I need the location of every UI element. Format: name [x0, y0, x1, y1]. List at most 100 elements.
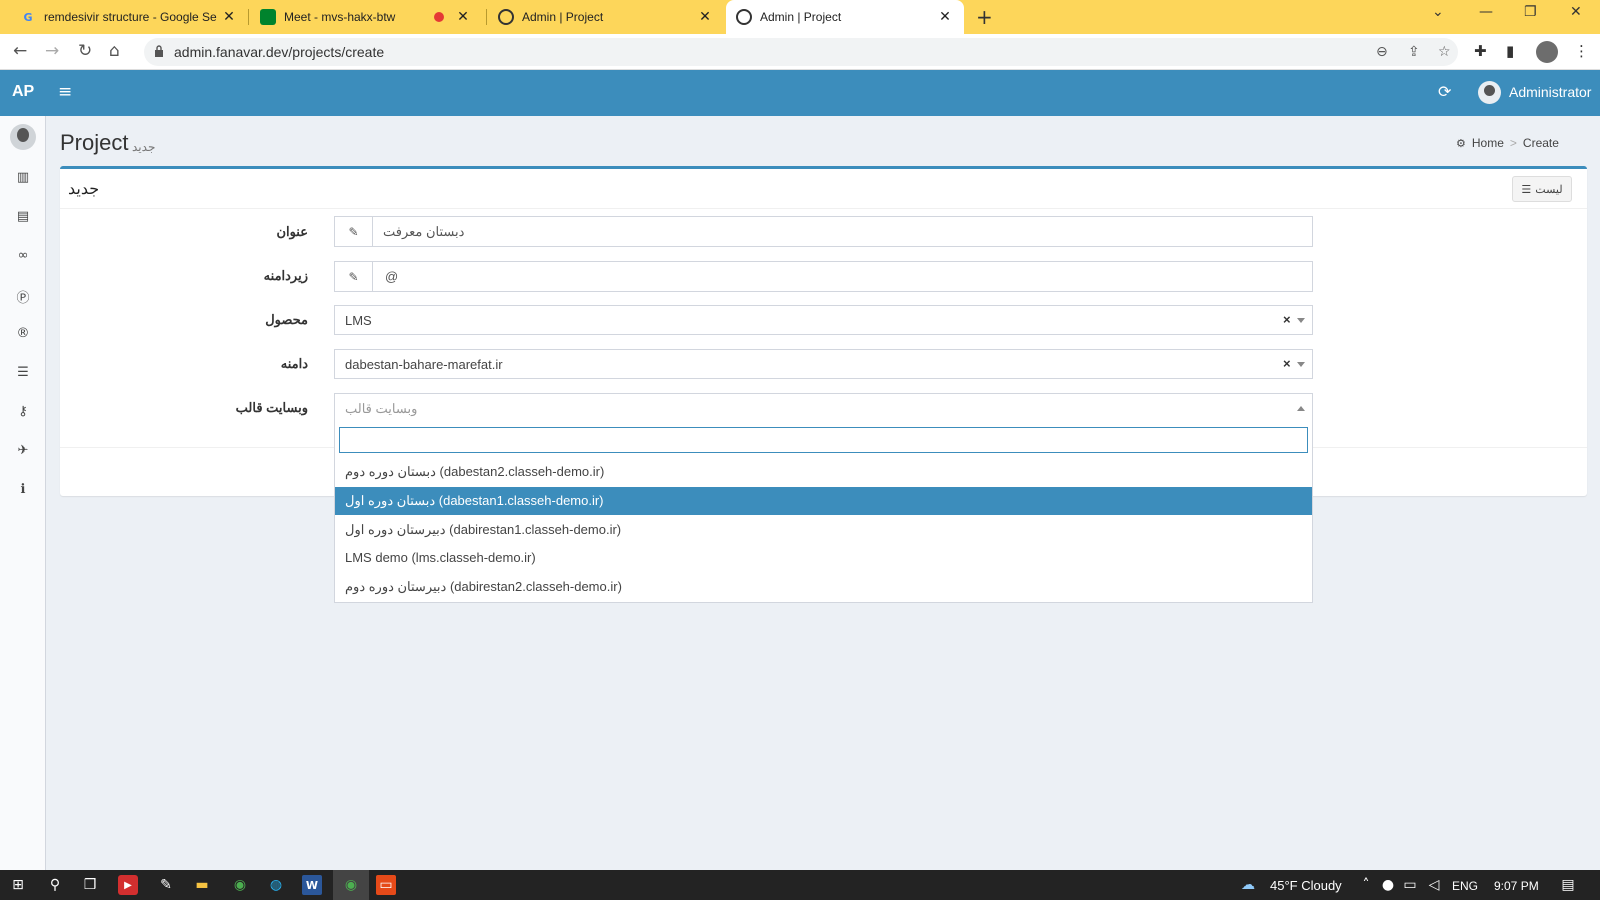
url-text: admin.fanavar.dev/projects/create	[174, 44, 385, 60]
plane-icon[interactable]: ✈	[13, 443, 33, 458]
page-subtitle: جدید	[132, 140, 156, 154]
subdomain-input[interactable]: ✎ @	[334, 261, 1313, 292]
registered-icon[interactable]: ®	[13, 326, 33, 341]
dropdown-option[interactable]: دبیرستان دوره اول (dabirestan1.classeh-d…	[335, 516, 1312, 544]
list-button[interactable]: ☰ لیست	[1512, 176, 1572, 202]
close-tab-icon[interactable]: ✕	[454, 9, 472, 25]
dropdown-option[interactable]: دبیرستان دوره دوم (dabirestan2.classeh-d…	[335, 573, 1312, 601]
dropdown-arrow-icon	[1297, 318, 1305, 323]
domain-label: دامنه	[280, 356, 308, 371]
word-icon[interactable]: W	[302, 875, 322, 895]
weather-text[interactable]: 45°F Cloudy	[1270, 878, 1342, 893]
chevron-up-icon[interactable]: ˄	[1356, 875, 1376, 895]
clear-icon[interactable]: ×	[1283, 312, 1291, 327]
product-hunt-icon[interactable]: Ⓟ	[13, 287, 33, 306]
breadcrumb: ⚙ Home > Create	[1456, 136, 1559, 150]
meet-icon	[260, 9, 276, 25]
media-app-icon[interactable]: ▶	[118, 875, 138, 895]
new-tab-button[interactable]: +	[976, 5, 993, 29]
bookmark-star-icon[interactable]: ☆	[1438, 44, 1451, 60]
dashboard-icon: ⚙	[1456, 136, 1466, 150]
reload-icon[interactable]: ↻	[78, 41, 92, 61]
close-tab-icon[interactable]: ✕	[696, 9, 714, 25]
box-divider	[60, 208, 1587, 209]
recorder-icon[interactable]: ▭	[376, 875, 396, 895]
globe-icon	[498, 9, 514, 25]
search-icon[interactable]: ⚲	[45, 875, 65, 895]
restore-icon[interactable]: ❐	[1524, 4, 1537, 20]
task-view-icon[interactable]: ❒	[80, 875, 100, 895]
chrome-active-icon[interactable]: ◉	[341, 875, 361, 895]
user-name[interactable]: Administrator	[1509, 84, 1591, 100]
share-icon[interactable]: ⇪	[1408, 44, 1420, 60]
back-icon[interactable]: ←	[13, 41, 27, 61]
browser-tab-admin-1[interactable]: Admin | Project ✕	[488, 0, 724, 34]
tab-title: Meet - mvs-hakx-btw	[284, 10, 396, 24]
title-label: عنوان	[276, 224, 308, 239]
domain-select[interactable]: dabestan-bahare-marefat.ir ×	[334, 349, 1313, 379]
tab-search-icon[interactable]: ⌄	[1432, 4, 1444, 20]
user-avatar[interactable]	[1478, 81, 1501, 104]
product-select-value: LMS	[345, 313, 372, 328]
close-window-icon[interactable]: ✕	[1570, 4, 1582, 20]
clear-icon[interactable]: ×	[1283, 356, 1291, 371]
windows-taskbar: ⊞ ⚲ ❒ ▶ ✎ ▬ ◉ ◍ W ◉ ▭ ☁ 45°F Cloudy ˄ ● …	[0, 870, 1600, 900]
breadcrumb-separator: >	[1509, 136, 1517, 150]
chrome-icon[interactable]: ◉	[230, 875, 250, 895]
browser-tab-admin-active[interactable]: Admin | Project ✕	[726, 0, 964, 34]
list-alt-icon[interactable]: ▤	[13, 209, 33, 224]
profile-avatar[interactable]	[1536, 41, 1558, 63]
extensions-icon[interactable]: ✚	[1474, 42, 1487, 60]
dropdown-arrow-icon	[1297, 406, 1305, 411]
browser-tab-google[interactable]: G remdesivir structure - Google Se ✕	[10, 0, 248, 34]
link-icon[interactable]: ∞	[13, 248, 33, 263]
dropdown-search-input[interactable]	[339, 427, 1308, 453]
list-icon: ☰	[1521, 182, 1532, 196]
box-title: جدید	[68, 181, 100, 198]
network-icon[interactable]: ▭	[1400, 875, 1420, 895]
app-logo[interactable]: AP	[12, 83, 34, 101]
microphone-icon[interactable]: ●	[1378, 875, 1398, 895]
chart-icon[interactable]: ▥	[13, 170, 33, 185]
windows-start-icon[interactable]: ⊞	[8, 875, 28, 895]
product-select[interactable]: LMS ×	[334, 305, 1313, 335]
zoom-icon[interactable]: ⊖	[1376, 44, 1388, 60]
forward-icon[interactable]: →	[45, 41, 59, 61]
browser-tab-meet[interactable]: Meet - mvs-hakx-btw ✕	[250, 0, 482, 34]
edge-icon[interactable]: ◍	[266, 875, 286, 895]
pencil-icon: ✎	[335, 217, 373, 246]
refresh-icon[interactable]: ⟳	[1438, 82, 1451, 101]
subdomain-input-value: @	[385, 269, 399, 284]
close-tab-icon[interactable]: ✕	[220, 9, 238, 25]
cloud-icon: ☁	[1241, 877, 1255, 893]
clock[interactable]: 9:07 PM	[1494, 879, 1539, 893]
domain-select-value: dabestan-bahare-marefat.ir	[345, 357, 503, 372]
template-website-dropdown: دبستان دوره دوم (dabestan2.classeh-demo.…	[334, 423, 1313, 603]
title-input-value: دبستان معرفت	[383, 224, 465, 239]
language-indicator[interactable]: ENG	[1452, 879, 1478, 893]
close-tab-icon[interactable]: ✕	[936, 9, 954, 25]
file-explorer-icon[interactable]: ▬	[192, 875, 212, 895]
address-bar[interactable]: admin.fanavar.dev/projects/create ⊖ ⇪ ☆	[144, 38, 1458, 66]
dropdown-option[interactable]: دبستان دوره دوم (dabestan2.classeh-demo.…	[335, 458, 1312, 486]
key-icon[interactable]: ⚷	[13, 404, 33, 419]
info-icon[interactable]: ℹ	[13, 482, 33, 497]
template-website-select[interactable]: وبسایت قالب	[334, 393, 1313, 423]
home-icon[interactable]: ⌂	[109, 41, 120, 61]
notifications-icon[interactable]: ▤	[1558, 875, 1578, 895]
sidebar-toggle-icon[interactable]: ≡	[58, 82, 72, 102]
browser-tab-bar: G remdesivir structure - Google Se ✕ Mee…	[0, 0, 1600, 34]
breadcrumb-home[interactable]: Home	[1472, 136, 1504, 150]
minimize-icon[interactable]: —	[1479, 4, 1493, 20]
page-title: Project	[60, 130, 129, 155]
google-icon: G	[23, 10, 33, 24]
side-panel-icon[interactable]: ▮	[1506, 42, 1514, 60]
server-icon[interactable]: ☰	[13, 365, 33, 380]
dropdown-option[interactable]: LMS demo (lms.classeh-demo.ir)	[335, 544, 1312, 572]
tab-title: remdesivir structure - Google Se	[44, 10, 217, 24]
title-input[interactable]: ✎ دبستان معرفت	[334, 216, 1313, 247]
volume-icon[interactable]: ◁	[1424, 875, 1444, 895]
dropdown-option-selected[interactable]: دبستان دوره اول (dabestan1.classeh-demo.…	[335, 487, 1312, 515]
app-icon[interactable]: ✎	[156, 875, 176, 895]
menu-dots-icon[interactable]: ⋮	[1574, 42, 1589, 60]
